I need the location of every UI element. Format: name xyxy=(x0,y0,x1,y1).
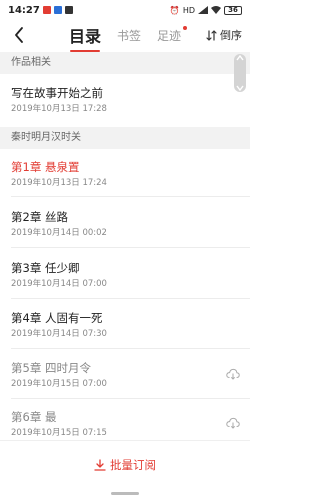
bottom-bar: 批量订阅 xyxy=(0,440,250,488)
unread-badge xyxy=(183,25,188,30)
sort-label: 倒序 xyxy=(220,29,242,42)
chapter-date: 2019年10月13日 17:28 xyxy=(11,104,107,114)
chapter-date: 2019年10月14日 07:30 xyxy=(11,329,107,339)
batch-subscribe-button[interactable]: 批量订阅 xyxy=(94,457,156,473)
chapter-title: 第5章 四时月令 xyxy=(11,361,91,375)
chapter-item[interactable]: 第3章 任少卿 2019年10月14日 07:00 xyxy=(0,261,250,290)
tab-footprints[interactable]: 足迹 xyxy=(156,25,188,44)
tab-bookmarks[interactable]: 书签 xyxy=(116,27,142,44)
chapter-date: 2019年10月13日 17:24 xyxy=(11,178,107,188)
notification-icon xyxy=(53,6,62,14)
chevron-up-icon xyxy=(236,55,244,61)
chapter-title: 第2章 丝路 xyxy=(11,210,68,224)
section-header: 作品相关 xyxy=(0,52,250,74)
chapter-date: 2019年10月15日 07:15 xyxy=(11,428,107,438)
divider xyxy=(11,247,250,248)
chapter-title: 第1章 悬泉置 xyxy=(11,160,80,174)
chapter-title: 第4章 人固有一死 xyxy=(11,311,103,325)
chapter-date: 2019年10月15日 07:00 xyxy=(11,379,107,389)
batch-subscribe-label: 批量订阅 xyxy=(110,457,156,472)
sort-icon xyxy=(206,29,217,41)
section-header: 秦时明月汉时关 xyxy=(0,127,250,149)
cloud-download-icon[interactable] xyxy=(226,368,240,380)
cloud-download-icon[interactable] xyxy=(226,417,240,429)
chapter-title: 写在故事开始之前 xyxy=(11,86,103,100)
signal-text: HD xyxy=(182,5,195,15)
chapter-item[interactable]: 第5章 四时月令 2019年10月15日 07:00 xyxy=(0,361,250,390)
home-indicator xyxy=(111,492,139,495)
divider xyxy=(11,196,250,197)
chapter-item[interactable]: 第2章 丝路 2019年10月14日 00:02 xyxy=(0,210,250,239)
chapter-title: 第6章 最 xyxy=(11,410,57,424)
status-bar: 14:27 ⏰ HD 36 xyxy=(0,0,250,20)
signal-icon xyxy=(198,6,208,14)
notification-icon xyxy=(42,6,51,14)
tab-contents[interactable]: 目录 xyxy=(68,23,102,52)
notification-icon xyxy=(64,6,73,14)
status-time: 14:27 xyxy=(8,4,40,16)
chapter-item[interactable]: 第6章 最 2019年10月15日 07:15 xyxy=(0,410,250,439)
download-icon xyxy=(94,458,106,471)
wifi-icon xyxy=(211,6,221,14)
chapter-date: 2019年10月14日 00:02 xyxy=(11,228,107,238)
divider xyxy=(11,398,250,399)
sort-button[interactable]: 倒序 xyxy=(206,27,242,43)
top-nav: 目录 书签 足迹 倒序 xyxy=(0,20,250,52)
battery-indicator: 36 xyxy=(224,5,242,15)
chapter-item[interactable]: 第4章 人固有一死 2019年10月14日 07:30 xyxy=(0,311,250,340)
chapter-date: 2019年10月14日 07:00 xyxy=(11,279,107,289)
chapter-item[interactable]: 第1章 悬泉置 2019年10月13日 17:24 xyxy=(0,160,250,189)
divider xyxy=(11,348,250,349)
chapter-title: 第3章 任少卿 xyxy=(11,261,80,275)
chapter-item[interactable]: 写在故事开始之前 2019年10月13日 17:28 xyxy=(0,86,250,115)
tab-footprints-label: 足迹 xyxy=(157,28,182,43)
divider xyxy=(11,298,250,299)
alarm-icon: ⏰ xyxy=(169,5,180,15)
